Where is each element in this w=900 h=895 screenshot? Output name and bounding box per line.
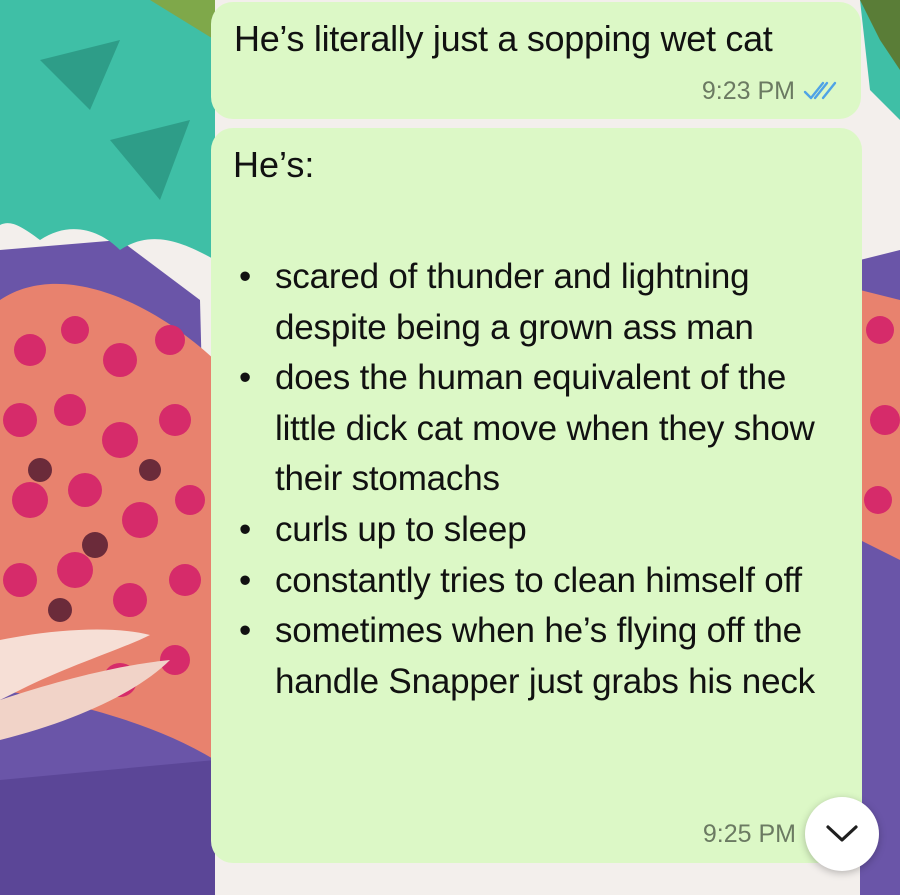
message-timestamp: 9:25 PM	[702, 820, 796, 848]
list-item-text: sometimes when he’s flying off the handl…	[275, 611, 815, 701]
message-timestamp: 9:23 PM	[701, 77, 795, 105]
list-item-text: does the human equivalent of the little …	[275, 358, 815, 499]
bullet-glyph: •	[239, 509, 252, 549]
list-item-text: curls up to sleep	[275, 509, 527, 549]
outgoing-message-bubble[interactable]: He’s: • scared of thunder and lightning …	[211, 128, 862, 863]
list-item: • curls up to sleep	[233, 505, 833, 556]
list-item: • does the human equivalent of the littl…	[233, 353, 833, 505]
list-item: • scared of thunder and lightning despit…	[233, 252, 833, 353]
list-item-text: scared of thunder and lightning despite …	[275, 257, 754, 347]
double-check-read-icon	[803, 81, 837, 100]
bullet-glyph: •	[239, 358, 252, 398]
bullet-glyph: •	[239, 257, 252, 296]
bullet-glyph: •	[239, 611, 252, 651]
chevron-down-icon	[826, 825, 858, 842]
list-item: • constantly tries to clean himself off	[233, 556, 833, 607]
scroll-to-bottom-button[interactable]	[805, 797, 879, 871]
message-heading: He’s:	[233, 144, 315, 185]
list-item-text: constantly tries to clean himself off	[275, 560, 802, 600]
list-item: • sometimes when he’s flying off the han…	[233, 606, 833, 707]
bullet-glyph: •	[239, 560, 252, 600]
bullet-list: • scared of thunder and lightning despit…	[233, 252, 833, 707]
message-text: He’s literally just a sopping wet cat	[234, 18, 773, 59]
outgoing-message-bubble[interactable]: He’s literally just a sopping wet cat 9:…	[211, 2, 861, 119]
